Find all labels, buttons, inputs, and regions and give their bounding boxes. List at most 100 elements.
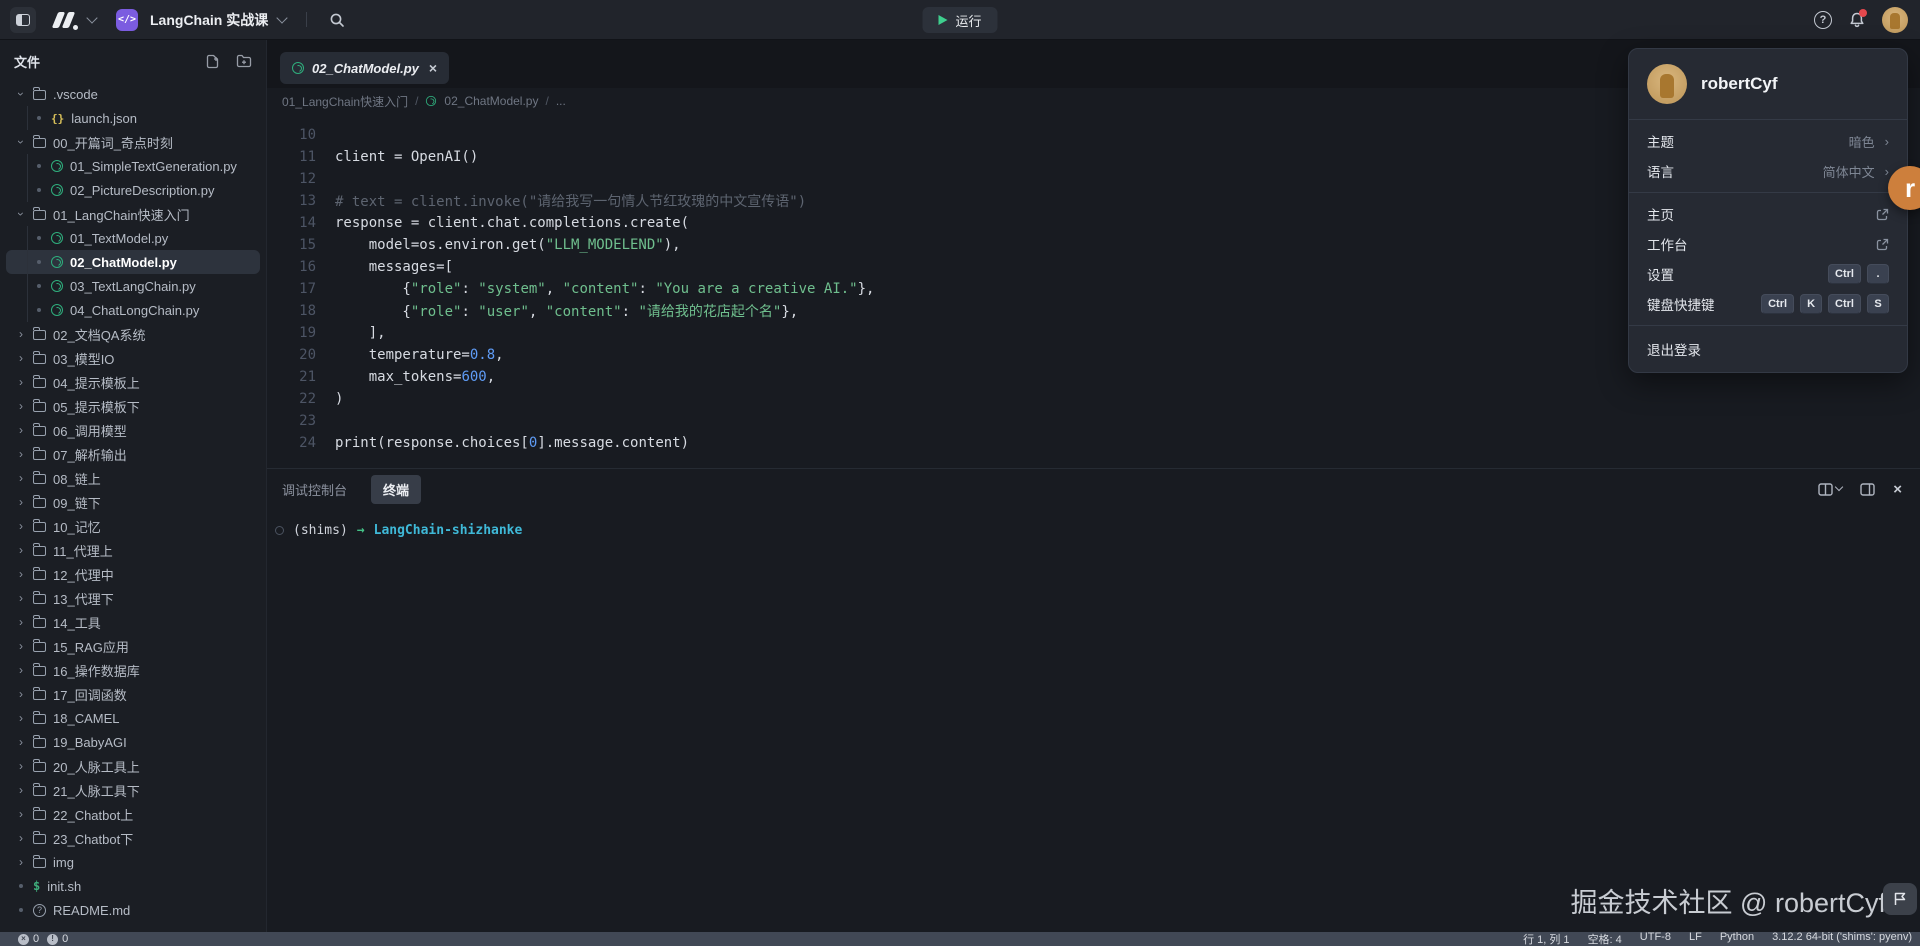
chevron-right-icon[interactable] — [16, 568, 26, 580]
chevron-right-icon[interactable] — [16, 376, 26, 388]
close-panel-icon[interactable]: × — [1893, 481, 1902, 498]
statusbar-item[interactable]: LF — [1689, 931, 1702, 946]
chevron-right-icon[interactable] — [16, 472, 26, 484]
tab-terminal[interactable]: 终端 — [371, 475, 421, 504]
tree-item-folder[interactable]: 02_文档QA系统 — [6, 322, 260, 346]
tree-item-folder[interactable]: 15_RAG应用 — [6, 634, 260, 658]
chevron-right-icon[interactable] — [16, 592, 26, 604]
tree-item-file[interactable]: ?README.md — [6, 898, 260, 922]
chevron-right-icon[interactable] — [16, 784, 26, 796]
tree-item-file[interactable]: 04_ChatLongChain.py — [6, 298, 260, 322]
chevron-right-icon[interactable] — [16, 400, 26, 412]
errors-count[interactable]: 0 — [33, 933, 39, 945]
tree-item-folder[interactable]: 23_Chatbot下 — [6, 826, 260, 850]
chevron-right-icon[interactable] — [16, 496, 26, 508]
editor-tab-02-chatmodel[interactable]: 02_ChatModel.py × — [280, 52, 449, 84]
tree-item-folder[interactable]: 09_链下 — [6, 490, 260, 514]
tree-item-folder[interactable]: 01_LangChain快速入门 — [6, 202, 260, 226]
tree-item-folder[interactable]: 19_BabyAGI — [6, 730, 260, 754]
menu-item-退出登录[interactable]: 退出登录 — [1629, 332, 1907, 366]
chevron-right-icon[interactable] — [16, 664, 26, 676]
tree-item-folder[interactable]: 17_回调函数 — [6, 682, 260, 706]
notifications-bell-icon[interactable] — [1848, 11, 1866, 29]
statusbar-item[interactable]: 3.12.2 64-bit ('shims': pyenv) — [1772, 931, 1912, 946]
chevron-down-icon[interactable] — [16, 88, 26, 100]
tree-item-folder[interactable]: 22_Chatbot上 — [6, 802, 260, 826]
tree-item-folder[interactable]: 12_代理中 — [6, 562, 260, 586]
chevron-right-icon[interactable] — [16, 328, 26, 340]
chevron-right-icon[interactable] — [16, 520, 26, 532]
help-icon[interactable]: ? — [1814, 11, 1832, 29]
chevron-right-icon[interactable] — [16, 352, 26, 364]
avatar[interactable] — [1882, 7, 1908, 33]
chevron-right-icon[interactable] — [16, 424, 26, 436]
tree-item-folder[interactable]: 11_代理上 — [6, 538, 260, 562]
tree-item-folder[interactable]: 07_解析输出 — [6, 442, 260, 466]
chevron-right-icon[interactable] — [16, 808, 26, 820]
tree-item-folder[interactable]: 14_工具 — [6, 610, 260, 634]
chevron-right-icon[interactable] — [16, 688, 26, 700]
tree-item-folder[interactable]: 10_记忆 — [6, 514, 260, 538]
tab-debug-console[interactable]: 调试控制台 — [282, 480, 347, 499]
tree-item-file[interactable]: 03_TextLangChain.py — [6, 274, 260, 298]
maximize-panel-button[interactable] — [1860, 483, 1875, 496]
tree-item-file[interactable]: 02_ChatModel.py — [6, 250, 260, 274]
chevron-right-icon[interactable] — [16, 712, 26, 724]
close-tab-icon[interactable]: × — [429, 60, 437, 76]
chevron-right-icon[interactable] — [16, 856, 26, 868]
tree-item-file[interactable]: 01_SimpleTextGeneration.py — [6, 154, 260, 178]
tree-item-file[interactable]: $init.sh — [6, 874, 260, 898]
chevron-right-icon[interactable] — [16, 832, 26, 844]
chevron-down-icon[interactable] — [277, 12, 288, 23]
statusbar-item[interactable]: UTF-8 — [1640, 931, 1671, 946]
menu-item-语言[interactable]: 语言简体中文› — [1629, 156, 1907, 186]
tree-item-folder[interactable]: img — [6, 850, 260, 874]
tree-item-folder[interactable]: 00_开篇词_奇点时刻 — [6, 130, 260, 154]
menu-item-工作台[interactable]: 工作台 — [1629, 229, 1907, 259]
tree-item-folder[interactable]: 18_CAMEL — [6, 706, 260, 730]
menu-item-键盘快捷键[interactable]: 键盘快捷键CtrlKCtrlS — [1629, 289, 1907, 319]
breadcrumb-item[interactable]: 02_ChatModel.py — [444, 94, 538, 108]
new-file-button[interactable] — [205, 54, 220, 69]
chevron-down-icon[interactable] — [16, 136, 26, 148]
statusbar-item[interactable]: 空格: 4 — [1588, 931, 1622, 946]
run-button[interactable]: 运行 — [922, 7, 997, 33]
chevron-right-icon[interactable] — [16, 640, 26, 652]
chevron-right-icon[interactable] — [16, 544, 26, 556]
split-terminal-button[interactable] — [1818, 483, 1842, 496]
tree-item-folder[interactable]: 06_调用模型 — [6, 418, 260, 442]
chevron-right-icon[interactable] — [16, 616, 26, 628]
tree-item-file[interactable]: 01_TextModel.py — [6, 226, 260, 250]
breadcrumb-item[interactable]: ... — [556, 94, 566, 108]
tree-item-folder[interactable]: 13_代理下 — [6, 586, 260, 610]
statusbar-item[interactable]: Python — [1720, 931, 1754, 946]
tree-item-folder[interactable]: 08_链上 — [6, 466, 260, 490]
menu-item-主页[interactable]: 主页 — [1629, 199, 1907, 229]
tree-item-folder[interactable]: 20_人脉工具上 — [6, 754, 260, 778]
terminal-content[interactable]: (shims) → LangChain-shizhanke — [267, 509, 1920, 538]
chevron-down-icon[interactable] — [16, 208, 26, 220]
tree-item-folder[interactable]: 04_提示模板上 — [6, 370, 260, 394]
sidebar-toggle-button[interactable] — [10, 7, 36, 33]
tree-item-folder[interactable]: 16_操作数据库 — [6, 658, 260, 682]
new-folder-button[interactable] — [236, 54, 252, 68]
app-logo[interactable] — [52, 10, 78, 30]
statusbar-item[interactable]: 行 1, 列 1 — [1523, 931, 1569, 946]
tree-item-folder[interactable]: 05_提示模板下 — [6, 394, 260, 418]
tree-item-file[interactable]: {}launch.json — [6, 106, 260, 130]
chevron-right-icon[interactable] — [16, 448, 26, 460]
tree-item-file[interactable]: 02_PictureDescription.py — [6, 178, 260, 202]
chevron-down-icon[interactable] — [86, 12, 97, 23]
tree-item-folder[interactable]: .vscode — [6, 82, 260, 106]
breadcrumb-item[interactable]: 01_LangChain快速入门 — [282, 93, 408, 110]
menu-item-设置[interactable]: 设置Ctrl. — [1629, 259, 1907, 289]
menu-item-主题[interactable]: 主题暗色› — [1629, 126, 1907, 156]
project-name[interactable]: LangChain 实战课 — [150, 10, 268, 30]
feedback-flag-button[interactable] — [1883, 883, 1917, 915]
warnings-count[interactable]: 0 — [62, 933, 68, 945]
tree-item-folder[interactable]: 21_人脉工具下 — [6, 778, 260, 802]
search-icon[interactable] — [329, 12, 345, 28]
chevron-right-icon[interactable] — [16, 736, 26, 748]
tree-item-folder[interactable]: 03_模型IO — [6, 346, 260, 370]
chevron-right-icon[interactable] — [16, 760, 26, 772]
